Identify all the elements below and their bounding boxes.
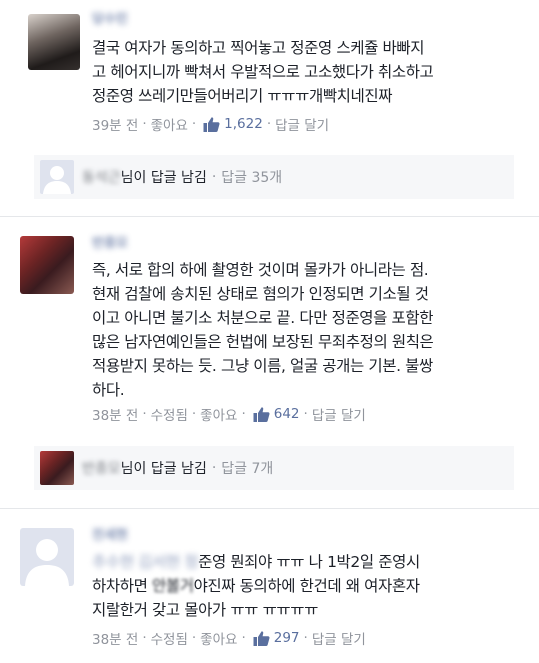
separator: · [241,406,246,422]
divider [0,216,539,217]
comment-time[interactable]: 38분 전 [92,404,138,424]
comment-body-line: 준영 뭔죄야 ㅠㅠ 나 1박2일 준영시 [198,553,420,571]
comment-author[interactable]: 당수민 [92,8,128,27]
comment-meta: 39분 전 · 좋아요 · 1,622 · 답글 달기 [92,114,329,134]
comment-author[interactable]: 반종모 [92,232,128,251]
separator: · [142,630,147,646]
like-link[interactable]: 좋아요 [151,114,188,134]
reply-author[interactable]: 동석근 [82,167,121,187]
comment-body-blurred: 안볼거 [151,577,194,595]
like-count[interactable]: 297 [274,630,300,646]
separator: · [191,630,197,646]
reply-link[interactable]: 답글 달기 [275,114,329,134]
like-count[interactable]: 642 [274,406,300,422]
comment-author[interactable]: 전세현 [92,524,128,543]
replies-summary[interactable]: 반종모 님이 답글 남김 · 답글 7개 [34,446,514,490]
edited-label: 수정됨 [150,408,188,424]
comment-body: 결국 여자가 동의하고 찍어놓고 정준영 스케쥴 바빠지 고 헤어지니까 빡쳐서… [92,39,434,105]
replies-summary-text: 반종모 님이 답글 남김 · 답글 7개 [82,458,273,478]
replies-summary[interactable]: 동석근 님이 답글 남김 · 답글 35개 [34,155,514,199]
like-link[interactable]: 좋아요 [200,404,237,424]
separator: · [211,460,217,476]
tagged-users[interactable]: 추수현 김서현 정 [92,553,198,571]
edited-label: 수정됨 [150,632,188,648]
reply-count[interactable]: 답글 7개 [221,458,273,478]
avatar [40,451,74,485]
avatar[interactable] [20,528,74,586]
comment-body: 즉, 서로 합의 하에 촬영한 것이며 몰카가 아니라는 점. 현재 검찰에 송… [92,261,434,399]
comment-body-line: 지랄한거 갖고 몰아가 ㅠㅠ ㅠㅠㅠㅠ [92,601,319,619]
separator: · [142,406,147,422]
comment-time[interactable]: 39분 전 [92,114,138,134]
like-link[interactable]: 좋아요 [200,628,237,648]
separator: · [211,169,217,185]
reply-suffix: 님이 답글 남김 [120,170,207,186]
thumbs-up-icon [253,630,270,647]
comment-body: 추수현 김서현 정준영 뭔죄야 ㅠㅠ 나 1박2일 준영시 하차하면 안볼거야진… [92,550,532,622]
separator: · [303,630,308,646]
comment-body-line: 하차하면 [92,577,152,595]
reply-link[interactable]: 답글 달기 [312,628,366,648]
comment-time[interactable]: 38분 전 [92,628,138,648]
avatar [40,160,74,194]
avatar[interactable] [28,14,80,70]
avatar[interactable] [20,236,74,294]
comment-meta: 38분 전 · 수정됨 · 좋아요 · 642 · 답글 달기 [92,404,366,424]
reply-count[interactable]: 답글 35개 [221,167,282,187]
comment-body-line: 야진짜 동의하에 한건데 왜 여자혼자 [193,577,420,595]
reply-author[interactable]: 반종모 [82,458,121,478]
reply-link[interactable]: 답글 달기 [312,404,366,424]
separator: · [191,116,197,132]
thumbs-up-icon [253,406,270,423]
comment-meta: 38분 전 · 수정됨 · 좋아요 · 297 · 답글 달기 [92,628,366,648]
thumbs-up-icon [203,116,220,133]
separator: · [266,116,272,132]
replies-summary-text: 동석근 님이 답글 남김 · 답글 35개 [82,167,282,187]
like-count[interactable]: 1,622 [224,116,263,132]
separator: · [142,116,147,132]
reply-suffix: 님이 답글 남김 [120,461,207,477]
separator: · [303,406,308,422]
divider [0,508,539,509]
separator: · [241,630,246,646]
separator: · [191,406,197,422]
